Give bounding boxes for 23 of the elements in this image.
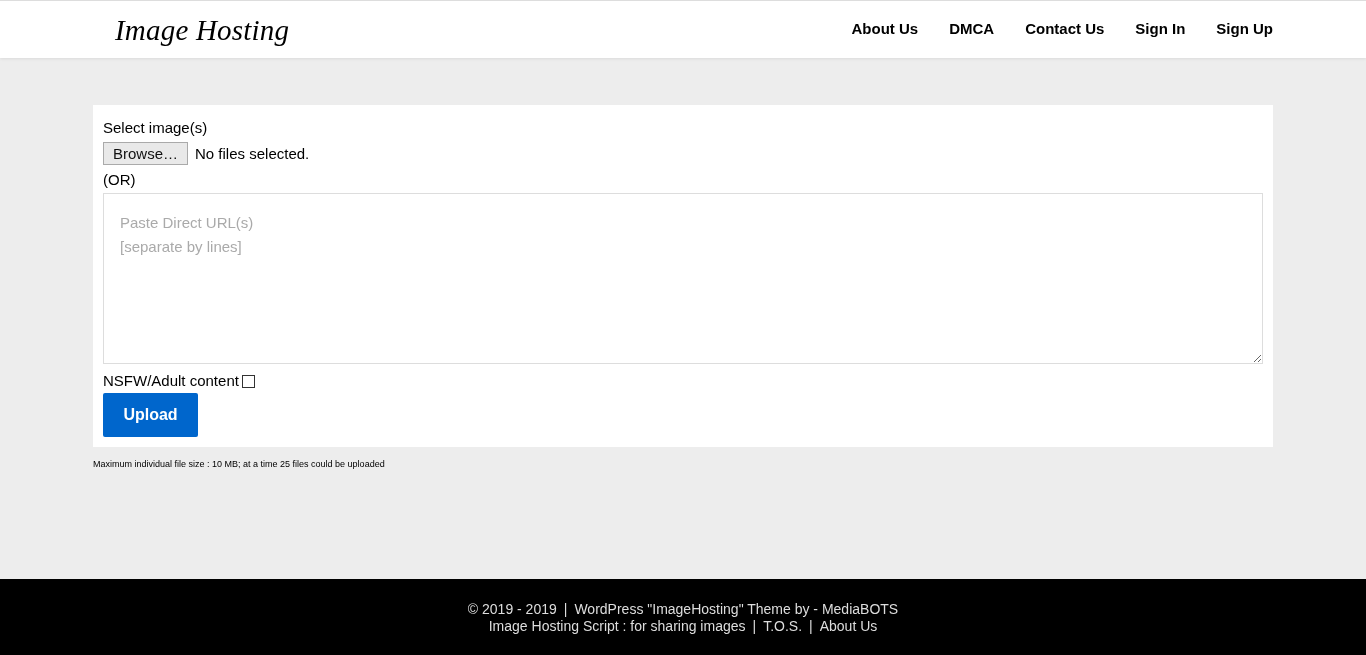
nav-link[interactable]: Contact Us xyxy=(1025,17,1105,41)
upload-button[interactable]: Upload xyxy=(103,393,198,437)
nav-link[interactable]: Sign In xyxy=(1135,17,1186,41)
separator: | xyxy=(809,618,813,635)
select-label: Select image(s) xyxy=(103,118,208,138)
site-logo[interactable]: Image Hosting xyxy=(115,16,290,45)
footer-text: WordPress "ImageHosting" Theme by - MediaBOTS xyxy=(574,601,899,618)
footer-link[interactable]: T.O.S. xyxy=(763,618,803,635)
browse-button[interactable]: Browse… xyxy=(103,142,189,165)
nav-link[interactable]: DMCA xyxy=(949,17,995,41)
url-field[interactable]: Paste Direct URL(s) [separate by lines] xyxy=(103,193,1263,364)
file-limit-note: Maximum individual file size : 10 MB; at a time 25 files could be uploaded xyxy=(93,458,385,470)
footer-link[interactable]: Image Hosting Script : for sharing images xyxy=(488,618,746,635)
separator: | xyxy=(563,601,568,618)
or-label: (OR) xyxy=(103,170,136,190)
nav-link[interactable]: About Us xyxy=(851,17,919,41)
footer-text: © 2019 - 2019 xyxy=(467,601,557,618)
footer-link[interactable]: About Us xyxy=(819,618,878,635)
separator: | xyxy=(752,618,757,635)
nsfw-label: NSFW/Adult content xyxy=(103,371,239,391)
nsfw-checkbox[interactable] xyxy=(241,374,255,388)
nav-link[interactable]: Sign Up xyxy=(1216,17,1273,41)
file-status: No files selected. xyxy=(195,143,310,164)
